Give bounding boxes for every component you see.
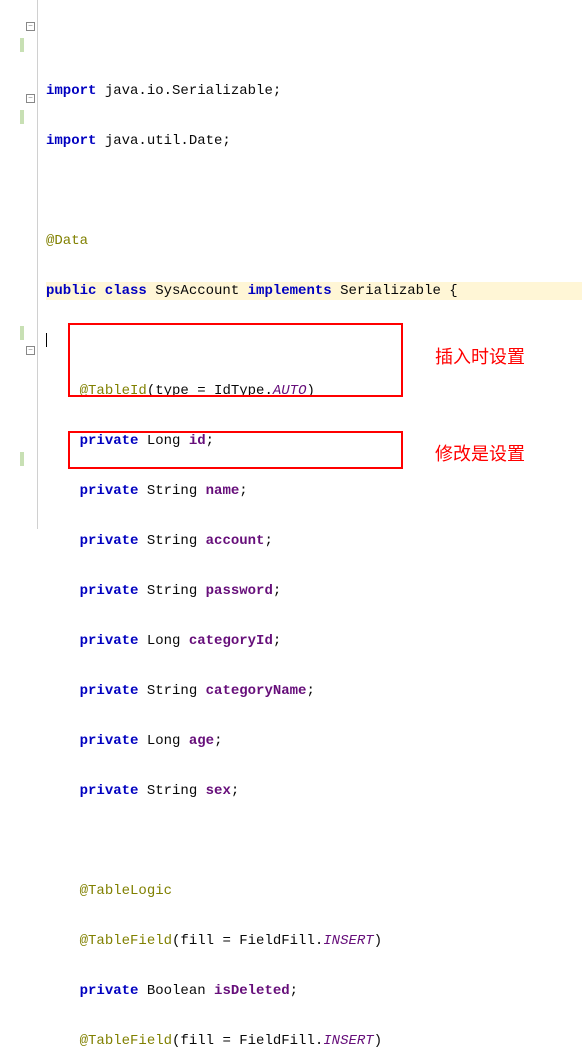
code-line [46,182,582,200]
code-line: @TableField(fill = FieldFill.INSERT) [46,1032,582,1050]
code-line: private Boolean isDeleted; [46,982,582,1000]
code-line: @TableField(fill = FieldFill.INSERT) [46,932,582,950]
code-line: private String categoryName; [46,682,582,700]
fold-marker-icon[interactable]: − [26,22,35,31]
code-line: @Data [46,232,582,250]
callout-update-label: 修改是设置 [435,440,525,466]
code-line: @TableLogic [46,882,582,900]
gutter: − − − [0,0,38,529]
callout-insert-label: 插入时设置 [435,343,525,369]
code-line [46,32,582,50]
code-line: import java.io.Serializable; [46,82,582,100]
code-line: @TableId(type = IdType.AUTO) [46,382,582,400]
change-marker-icon [20,452,24,466]
text-cursor-icon [46,333,47,347]
code-line [46,832,582,850]
code-line: private String account; [46,532,582,550]
fold-marker-icon[interactable]: − [26,346,35,355]
code-line: private Long age; [46,732,582,750]
code-line: private String sex; [46,782,582,800]
code-line: import java.util.Date; [46,132,582,150]
code-line: public class SysAccount implements Seria… [46,282,582,300]
code-line: private String password; [46,582,582,600]
fold-marker-icon[interactable]: − [26,94,35,103]
change-marker-icon [20,110,24,124]
change-marker-icon [20,38,24,52]
code-line: private Long categoryId; [46,632,582,650]
code-line: private String name; [46,482,582,500]
change-marker-icon [20,326,24,340]
